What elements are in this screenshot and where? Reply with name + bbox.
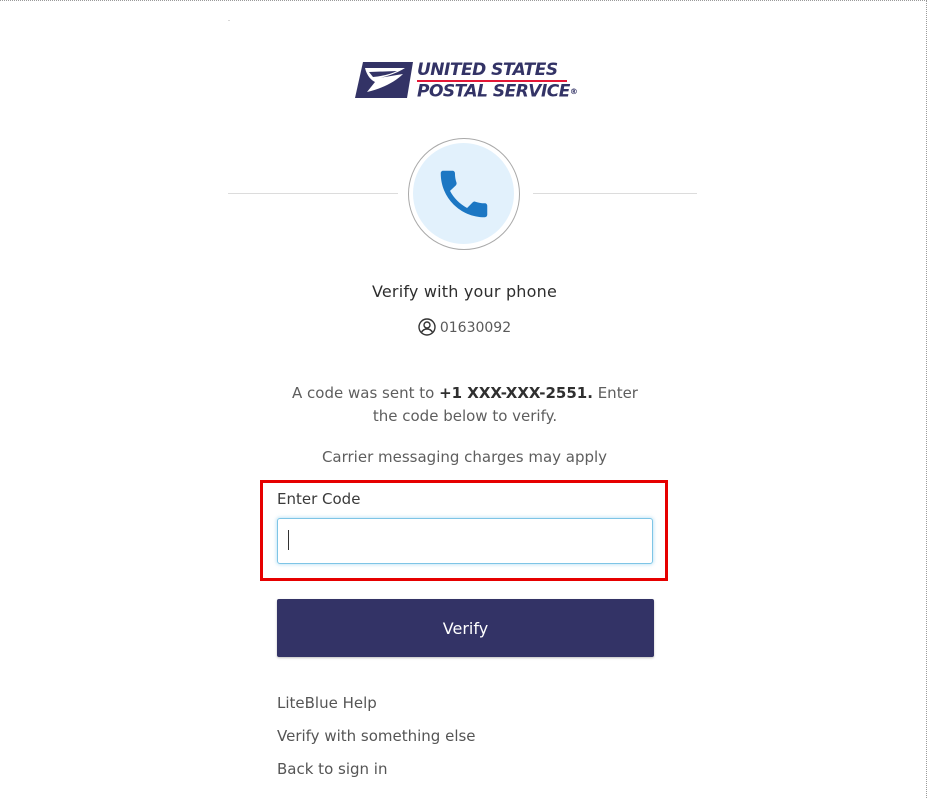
- verify-button[interactable]: Verify: [277, 599, 654, 657]
- registered-mark: ®: [569, 87, 578, 96]
- code-sent-instructions: A code was sent to +1 XXX-XXX-2551. Ente…: [284, 382, 646, 428]
- verification-code-input[interactable]: [277, 518, 653, 564]
- factor-badge: [408, 138, 520, 250]
- verify-with-something-else-link[interactable]: Verify with something else: [277, 727, 476, 745]
- factor-badge-inner: [413, 143, 514, 244]
- usps-wordmark: UNITED STATES POSTAL SERVICE®: [417, 61, 578, 102]
- logo-line-1: UNITED STATES: [417, 61, 567, 82]
- logo-line-2-text: POSTAL SERVICE: [417, 81, 570, 102]
- artifact-dot: [228, 20, 230, 21]
- divider-left: [228, 193, 398, 194]
- back-to-sign-in-link[interactable]: Back to sign in: [277, 760, 387, 778]
- carrier-charges-note: Carrier messaging charges may apply: [321, 448, 608, 466]
- instructions-prefix: A code was sent to: [292, 384, 440, 402]
- page-title: Verify with your phone: [371, 282, 558, 301]
- enter-code-label: Enter Code: [277, 490, 361, 508]
- usps-logo: UNITED STATES POSTAL SERVICE®: [355, 60, 580, 102]
- eagle-logo-icon: [355, 62, 413, 98]
- user-identifier: 01630092: [0, 318, 929, 336]
- masked-phone-number: +1 XXX-XXX-2551.: [439, 384, 593, 402]
- phone-icon: [440, 170, 487, 217]
- liteblue-help-link[interactable]: LiteBlue Help: [277, 694, 377, 712]
- user-circle-icon: [418, 318, 436, 336]
- user-id: 01630092: [439, 320, 512, 336]
- logo-line-2: POSTAL SERVICE®: [417, 81, 578, 102]
- text-caret: [288, 530, 289, 550]
- divider-right: [533, 193, 697, 194]
